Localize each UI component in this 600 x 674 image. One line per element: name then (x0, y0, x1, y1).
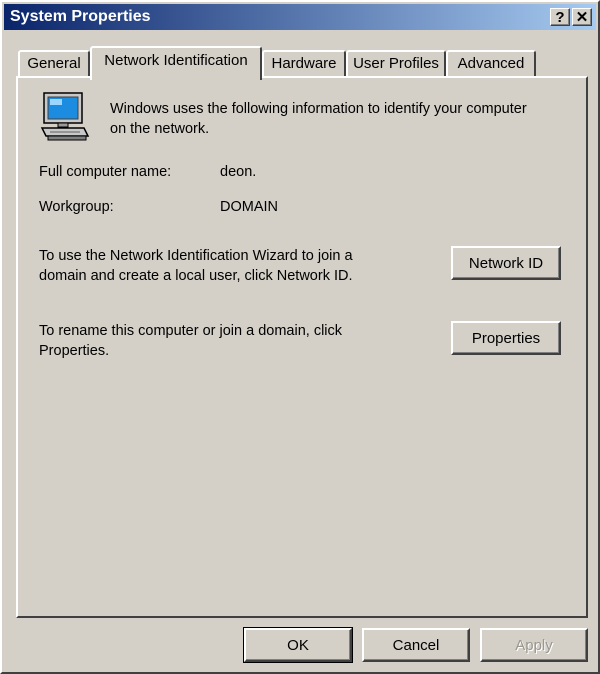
intro-text-line2: on the network. (110, 121, 210, 137)
ok-button[interactable]: OK (243, 627, 353, 663)
system-properties-window: System Properties ? ✕ General Network Id… (0, 0, 600, 674)
rename-text-line1: To rename this computer or join a domain… (39, 323, 343, 339)
tab-general[interactable]: General (18, 50, 90, 78)
tab-hardware[interactable]: Hardware (262, 50, 346, 78)
wizard-text-line2: domain and create a local user, click Ne… (39, 268, 353, 284)
properties-button[interactable]: Properties (451, 321, 561, 355)
close-icon[interactable]: ✕ (572, 8, 592, 26)
intro-text-line1: Windows uses the following information t… (110, 101, 527, 117)
workgroup-label: Workgroup: (39, 199, 114, 215)
network-identification-panel: Windows uses the following information t… (16, 76, 588, 618)
network-id-button[interactable]: Network ID (451, 246, 561, 280)
cancel-button[interactable]: Cancel (362, 628, 470, 662)
tab-network-identification[interactable]: Network Identification (90, 46, 262, 80)
computer-icon (40, 92, 90, 141)
window-title: System Properties (10, 8, 151, 25)
full-computer-name-value: deon. (220, 164, 257, 180)
wizard-text-line1: To use the Network Identification Wizard… (39, 248, 353, 264)
tab-advanced[interactable]: Advanced (446, 50, 536, 78)
apply-button[interactable]: Apply (480, 628, 588, 662)
workgroup-value: DOMAIN (220, 199, 278, 215)
help-icon[interactable]: ? (550, 8, 570, 26)
tab-user-profiles[interactable]: User Profiles (346, 50, 446, 78)
title-bar[interactable]: System Properties ? ✕ (4, 4, 596, 30)
full-computer-name-label: Full computer name: (39, 164, 172, 180)
rename-text-line2: Properties. (39, 343, 110, 359)
